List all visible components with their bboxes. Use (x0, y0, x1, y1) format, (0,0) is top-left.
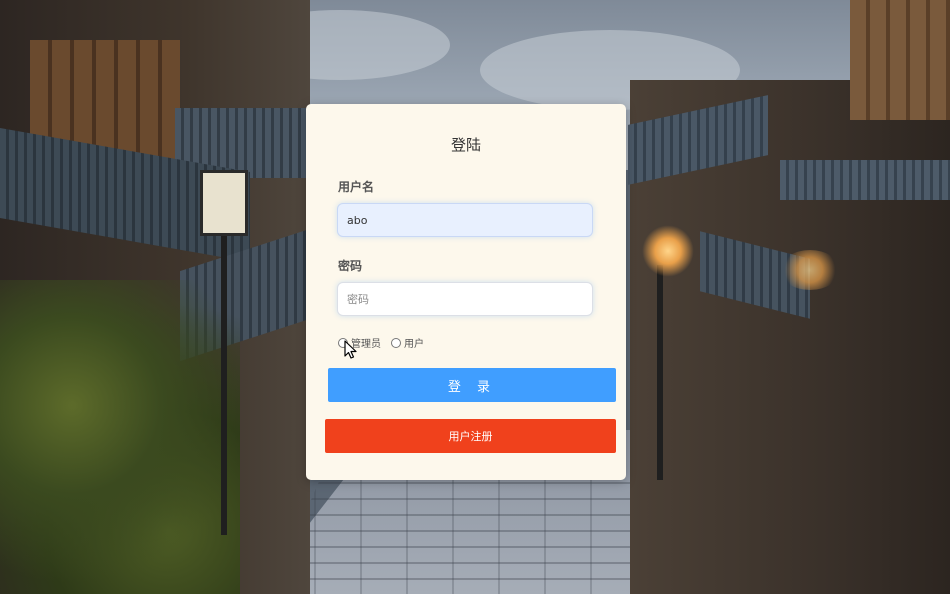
login-title: 登陆 (450, 136, 481, 154)
radio-circle-icon[interactable] (391, 337, 401, 348)
login-button[interactable]: 登 录 (328, 368, 616, 402)
role-label-user: 用户 (404, 339, 424, 350)
register-button[interactable]: 用户注册 (325, 419, 616, 453)
lamp-glow (642, 225, 694, 277)
login-card: 登陆 用户名 密码 管理员 用户 登 录 用户注册 (306, 104, 626, 480)
window-glow (780, 250, 840, 290)
role-radio-user[interactable]: 用户 (391, 335, 424, 350)
wooden-facade (850, 0, 950, 120)
street-lamp-post (221, 235, 227, 535)
foliage (0, 280, 240, 594)
username-input[interactable] (337, 203, 593, 237)
street-lamp-post (657, 265, 663, 480)
street-lamp (200, 170, 248, 236)
password-input[interactable] (337, 282, 593, 316)
username-label: 用户名 (338, 180, 375, 194)
password-label: 密码 (338, 259, 363, 273)
roof (780, 160, 950, 200)
mouse-pointer-icon (344, 340, 357, 359)
